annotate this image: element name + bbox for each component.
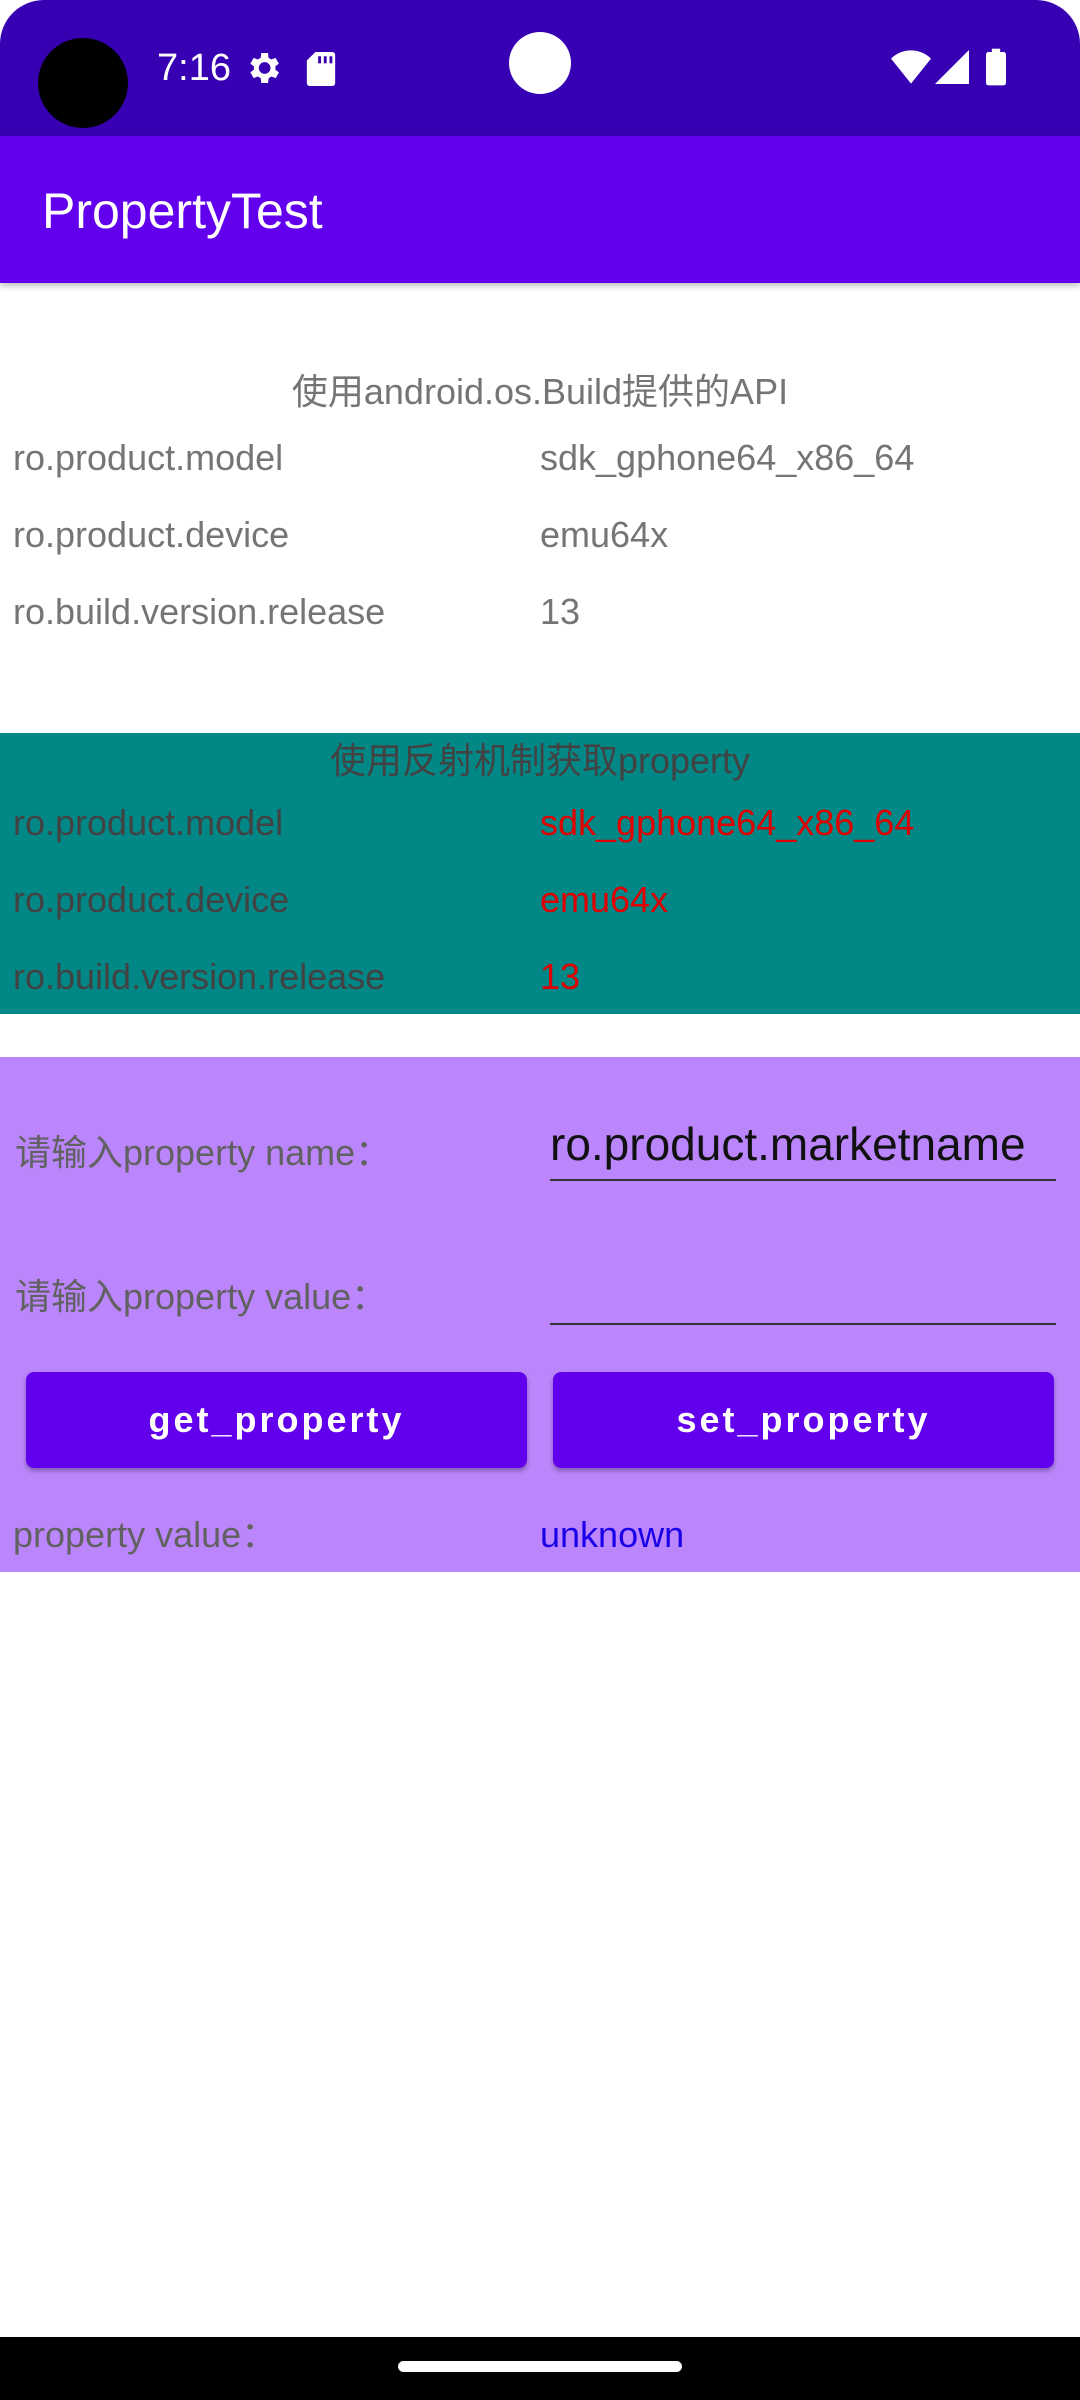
sd-card-icon xyxy=(306,52,336,86)
section-title: 使用反射机制获取property xyxy=(329,740,751,781)
camera-indicator xyxy=(509,32,571,94)
row-key-release: ro.build.version.release xyxy=(13,591,386,632)
row-key-model: ro.product.model xyxy=(13,802,284,843)
property-name-input[interactable] xyxy=(550,1109,1056,1181)
row-value-release: 13 xyxy=(540,591,581,632)
row-value-release: 13 xyxy=(540,956,581,997)
row-value-model: sdk_gphone64_x86_64 xyxy=(540,437,915,478)
navigation-bar xyxy=(0,2337,1080,2400)
gear-icon xyxy=(250,53,279,83)
row-key-model: ro.product.model xyxy=(13,437,284,478)
row-value-model: sdk_gphone64_x86_64 xyxy=(540,802,915,843)
app-bar: PropertyTest xyxy=(0,136,1080,283)
screen: 7:16 PropertyTest 使用android.os.Build提供的A… xyxy=(0,0,1080,2400)
home-gesture-handle[interactable] xyxy=(398,2361,682,2372)
property-value-input[interactable] xyxy=(550,1253,1056,1325)
row-value-device: emu64x xyxy=(540,514,669,555)
get-property-button[interactable]: get_property xyxy=(26,1372,527,1468)
section-title: 使用android.os.Build提供的API xyxy=(291,371,789,412)
wifi-icon xyxy=(891,50,931,84)
signal-icon xyxy=(935,50,969,84)
reflection-section: 使用反射机制获取property ro.product.model sdk_gp… xyxy=(0,733,1080,1014)
status-time: 7:16 xyxy=(157,47,231,89)
result-label: property value： xyxy=(13,1514,278,1555)
row-value-device: emu64x xyxy=(540,879,669,920)
row-key-device: ro.product.device xyxy=(13,879,290,920)
property-form: 请输入property name： 请输入property value： get… xyxy=(0,1057,1080,1572)
camera-cutout xyxy=(38,38,128,128)
property-name-label: 请输入property name： xyxy=(15,1132,392,1173)
status-bar: 7:16 xyxy=(0,0,1080,136)
row-key-release: ro.build.version.release xyxy=(13,956,386,997)
property-value-label: 请输入property value： xyxy=(15,1276,388,1317)
row-key-device: ro.product.device xyxy=(13,514,290,555)
result-value: unknown xyxy=(540,1514,685,1555)
battery-icon xyxy=(986,48,1006,86)
app-title: PropertyTest xyxy=(42,183,323,239)
set-property-button[interactable]: set_property xyxy=(553,1372,1054,1468)
